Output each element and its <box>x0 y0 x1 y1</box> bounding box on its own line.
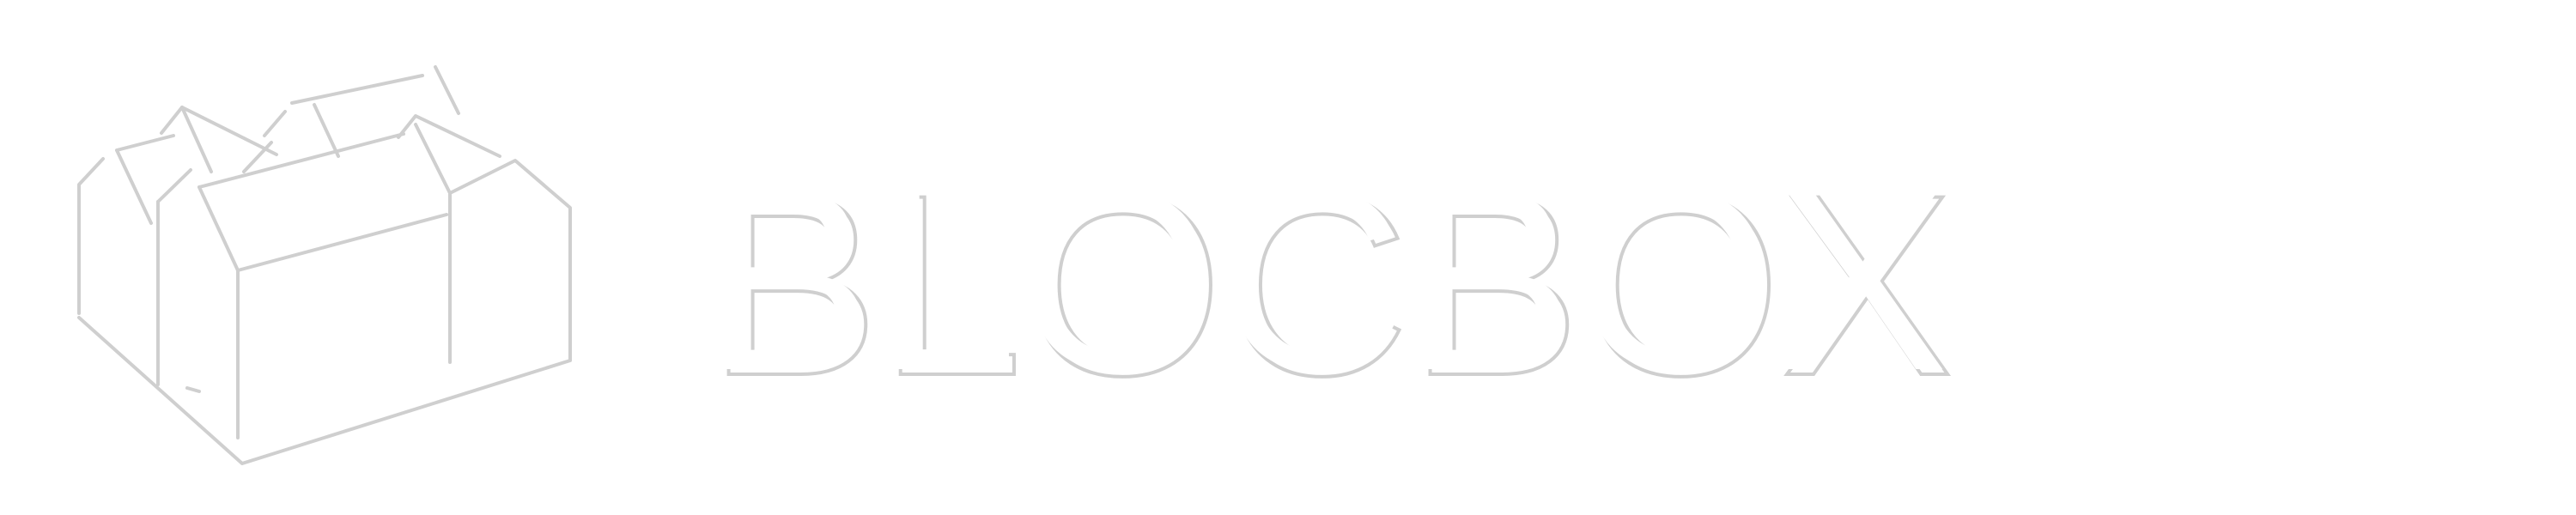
logo-banner: BLOCBOX BLOCBOX <box>0 0 2576 515</box>
blocbox-building-logo-icon <box>77 65 572 465</box>
brand-name: BLOCBOX <box>702 136 1948 424</box>
wordmark: BLOCBOX BLOCBOX <box>702 136 1955 431</box>
